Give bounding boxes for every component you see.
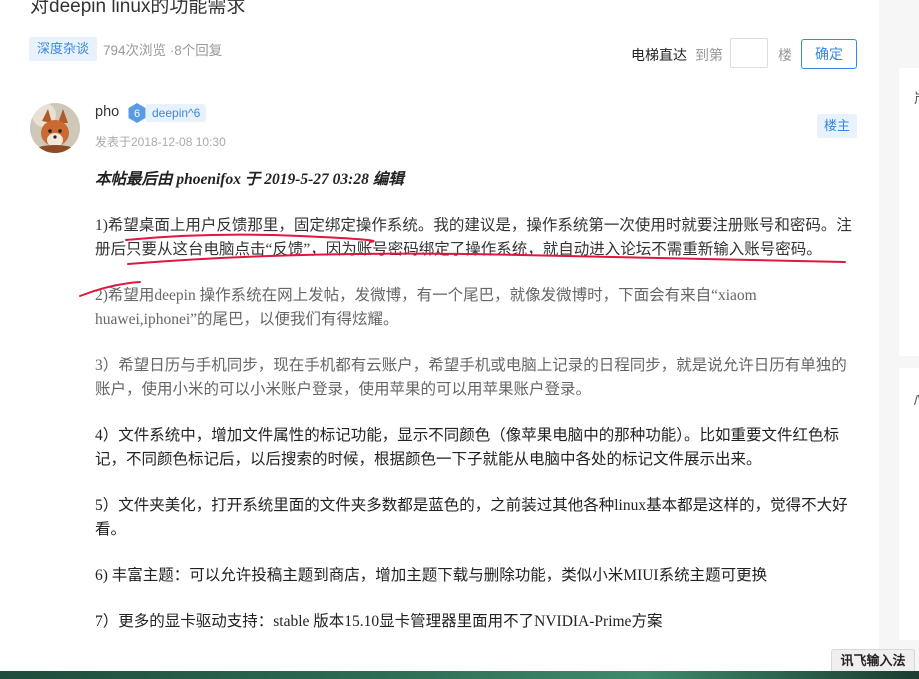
sidebar-card-bottom [899, 368, 919, 640]
content-item-5: 5）文件夹美化，打开系统里面的文件夹多数都是蓝色的，之前装过其他各种linux基… [95, 497, 848, 538]
author-name[interactable]: pho [95, 104, 119, 120]
elevator-label: 电梯直达 [631, 47, 687, 63]
content-item-3: 3）希望日历与手机同步，现在手机都有云账户，希望手机或电脑上记录的日程同步，就是… [95, 357, 847, 398]
level-number: 6 [134, 108, 140, 120]
ime-indicator[interactable]: 讯飞输入法 [831, 649, 915, 673]
floor-number-input[interactable] [730, 38, 768, 68]
taskbar-strip [0, 671, 919, 679]
floor-go-button[interactable]: 确定 [801, 39, 857, 69]
elevator-to-label: 到第 [695, 47, 723, 63]
content-item-2: 2)希望用deepin 操作系统在网上发帖，发微博，有一个尾巴，就像发微博时，下… [95, 287, 757, 328]
sidebar-heading-2: /\ [914, 392, 919, 408]
edit-note: 本帖最后由 phoenifox 于 2019-5-27 03:28 编辑 [95, 171, 404, 188]
fox-avatar-image [30, 103, 80, 153]
category-tag[interactable]: 深度杂谈 [29, 37, 98, 61]
elevator-floor-unit: 楼 [778, 47, 792, 63]
content-item-6: 6) 丰富主题：可以允许投稿主题到商店，增加主题下载与删除功能，类似小米MIUI… [95, 567, 768, 584]
post-time: 发表于2018-12-08 10:30 [95, 135, 226, 149]
post-stats: 794次浏览 ·8个回复 [103, 43, 223, 58]
avatar[interactable] [30, 103, 80, 153]
floor-jump: 电梯直达 到第 楼 确定 [631, 38, 857, 70]
post-title: 对deepin linux的功能需求 [30, 0, 246, 17]
post-card: 对deepin linux的功能需求 深度杂谈 794次浏览 ·8个回复 电梯直… [0, 0, 879, 679]
post-content: 本帖最后由 phoenifox 于 2019-5-27 03:28 编辑 1)希… [95, 168, 857, 634]
floor-badge-op: 楼主 [816, 114, 857, 138]
sidebar-heading-1: 屵 [914, 88, 919, 108]
level-name: deepin^6 [146, 104, 207, 122]
content-item-4: 4）文件系统中，增加文件属性的标记功能，显示不同颜色（像苹果电脑中的那种功能）。… [95, 427, 840, 468]
level-hex-icon: 6 [128, 103, 146, 123]
sidebar-card-top [899, 68, 919, 356]
content-item-1: 1)希望桌面上用户反馈那里，固定绑定操作系统。我的建议是，操作系统第一次使用时就… [95, 217, 852, 258]
content-item-7: 7）更多的显卡驱动支持：stable 版本15.10显卡管理器里面用不了NVID… [95, 613, 663, 630]
